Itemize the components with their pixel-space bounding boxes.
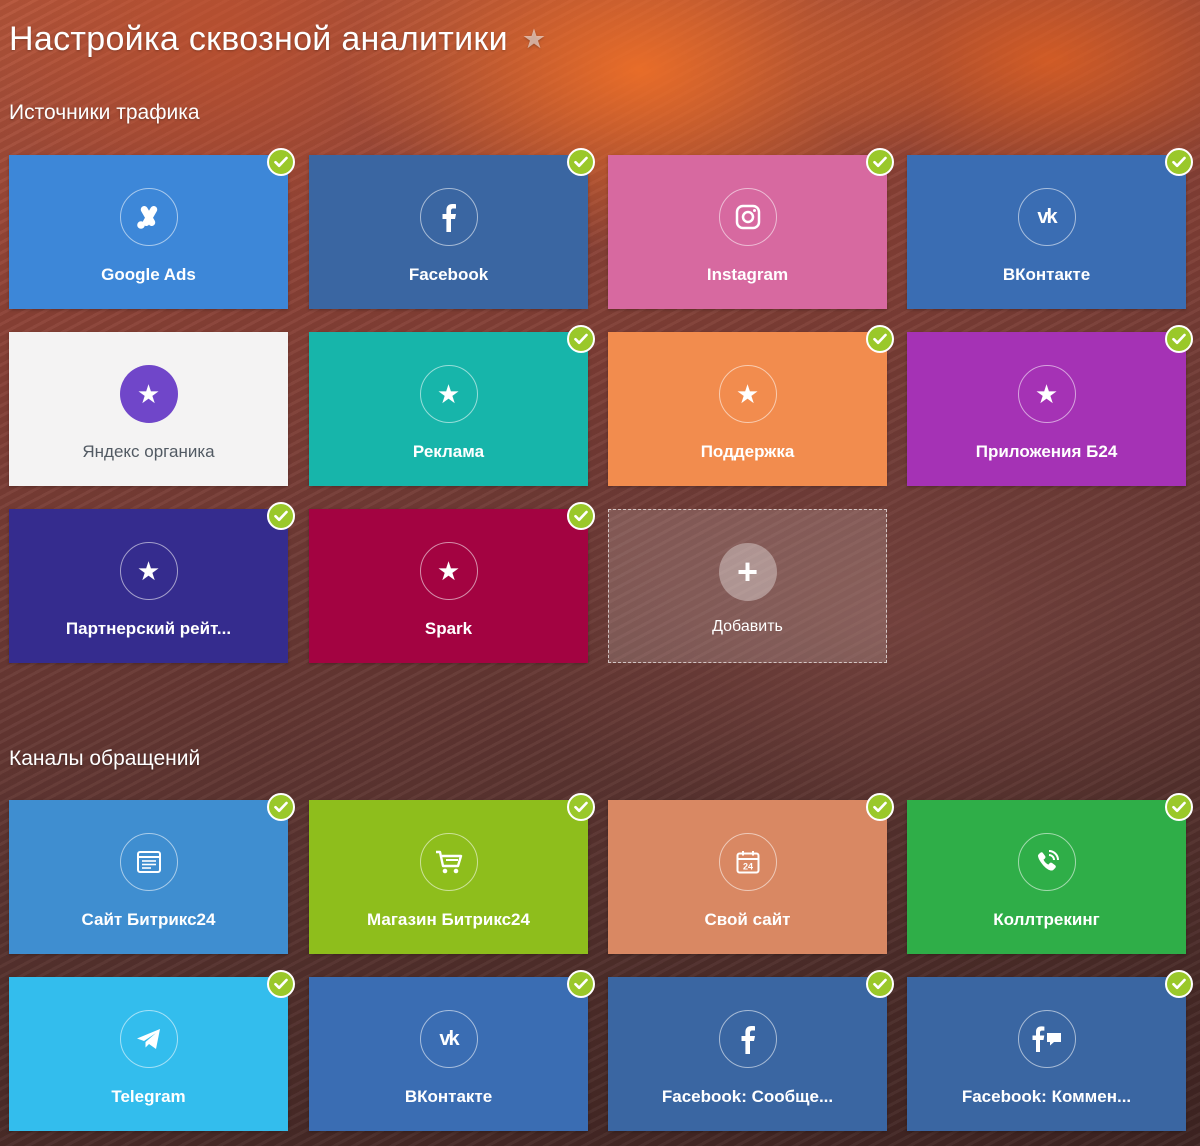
tile-label: Свой сайт	[704, 910, 791, 929]
connected-check-icon	[1165, 793, 1193, 821]
star-icon[interactable]: ★	[522, 24, 547, 55]
traffic-tile-4[interactable]: ★ Яндекс органика	[9, 332, 288, 486]
traffic-tile-8[interactable]: ★ Партнерский рейт...	[9, 502, 295, 663]
page-title: Настройка сквозной аналитики ★	[9, 20, 546, 59]
tile-label: ВКонтакте	[1002, 265, 1091, 284]
tile-label: Facebook: Сообще...	[661, 1087, 834, 1106]
vk-icon: vk	[419, 1010, 478, 1068]
add-label: Добавить	[712, 618, 783, 635]
plus-icon: +	[718, 543, 777, 601]
tile-label: ВКонтакте	[404, 1087, 493, 1106]
channels-tile-0[interactable]: Сайт Битрикс24	[9, 793, 295, 954]
channels-tile-5[interactable]: vk ВКонтакте	[309, 970, 595, 1131]
channels-tile-2[interactable]: 24 Свой сайт	[608, 793, 894, 954]
star-icon: ★	[718, 365, 777, 423]
tile-label: Коллтрекинг	[993, 910, 1100, 929]
add-source-button[interactable]: + Добавить	[608, 509, 887, 663]
google-ads-icon	[119, 188, 178, 246]
connected-check-icon	[267, 793, 295, 821]
traffic-tile-9[interactable]: ★ Spark	[309, 502, 595, 663]
tile-label: Яндекс органика	[82, 442, 215, 461]
star-icon: ★	[1017, 365, 1076, 423]
facebook-comments-icon	[1017, 1010, 1076, 1068]
connected-check-icon	[1165, 148, 1193, 176]
traffic-tile-7[interactable]: ★ Приложения Б24	[907, 325, 1193, 486]
cart-icon	[419, 833, 478, 891]
site-icon	[119, 833, 178, 891]
page-title-text: Настройка сквозной аналитики	[9, 20, 508, 58]
tile-label: Приложения Б24	[975, 442, 1118, 461]
channels-tile-1[interactable]: Магазин Битрикс24	[309, 793, 595, 954]
connected-check-icon	[866, 325, 894, 353]
connected-check-icon	[567, 325, 595, 353]
connected-check-icon	[567, 970, 595, 998]
connected-check-icon	[267, 148, 295, 176]
connected-check-icon	[1165, 970, 1193, 998]
tile-label: Реклама	[412, 442, 485, 461]
star-icon: ★	[119, 365, 178, 423]
connected-check-icon	[1165, 325, 1193, 353]
tile-label: Сайт Битрикс24	[81, 910, 216, 929]
connected-check-icon	[866, 793, 894, 821]
connected-check-icon	[267, 502, 295, 530]
tile-label: Поддержка	[700, 442, 795, 461]
channels-heading: Каналы обращений	[9, 747, 201, 770]
phone-icon	[1017, 833, 1076, 891]
star-icon: ★	[419, 542, 478, 600]
connected-check-icon	[267, 970, 295, 998]
tile-label: Spark	[424, 619, 473, 638]
tile-label: Магазин Битрикс24	[367, 910, 530, 929]
tile-label: Google Ads	[101, 265, 196, 284]
tile-label: Facebook	[408, 265, 489, 284]
connected-check-icon	[866, 148, 894, 176]
instagram-icon	[718, 188, 777, 246]
channels-tile-3[interactable]: Коллтрекинг	[907, 793, 1193, 954]
facebook-icon	[718, 1010, 777, 1068]
traffic-tile-6[interactable]: ★ Поддержка	[608, 325, 894, 486]
traffic-tile-2[interactable]: Instagram	[608, 148, 894, 309]
channels-tile-7[interactable]: Facebook: Коммен...	[907, 970, 1193, 1131]
tile-label: Instagram	[706, 265, 789, 284]
star-icon: ★	[119, 542, 178, 600]
channels-tile-6[interactable]: Facebook: Сообще...	[608, 970, 894, 1131]
tile-label: Telegram	[111, 1087, 186, 1106]
channels-tile-4[interactable]: Telegram	[9, 970, 295, 1131]
tile-label: Партнерский рейт...	[65, 619, 232, 638]
traffic-sources-heading: Источники трафика	[9, 101, 200, 124]
traffic-tile-5[interactable]: ★ Реклама	[309, 325, 595, 486]
connected-check-icon	[567, 793, 595, 821]
telegram-icon	[119, 1010, 178, 1068]
traffic-tile-1[interactable]: Facebook	[309, 148, 595, 309]
traffic-tile-0[interactable]: Google Ads	[9, 148, 295, 309]
connected-check-icon	[567, 148, 595, 176]
star-icon: ★	[419, 365, 478, 423]
facebook-icon	[419, 188, 478, 246]
connected-check-icon	[567, 502, 595, 530]
calendar-icon: 24	[718, 833, 777, 891]
tile-label: Facebook: Коммен...	[961, 1087, 1132, 1106]
traffic-tile-3[interactable]: vk ВКонтакте	[907, 148, 1193, 309]
vk-icon: vk	[1017, 188, 1076, 246]
svg-text:24: 24	[742, 862, 752, 872]
connected-check-icon	[866, 970, 894, 998]
